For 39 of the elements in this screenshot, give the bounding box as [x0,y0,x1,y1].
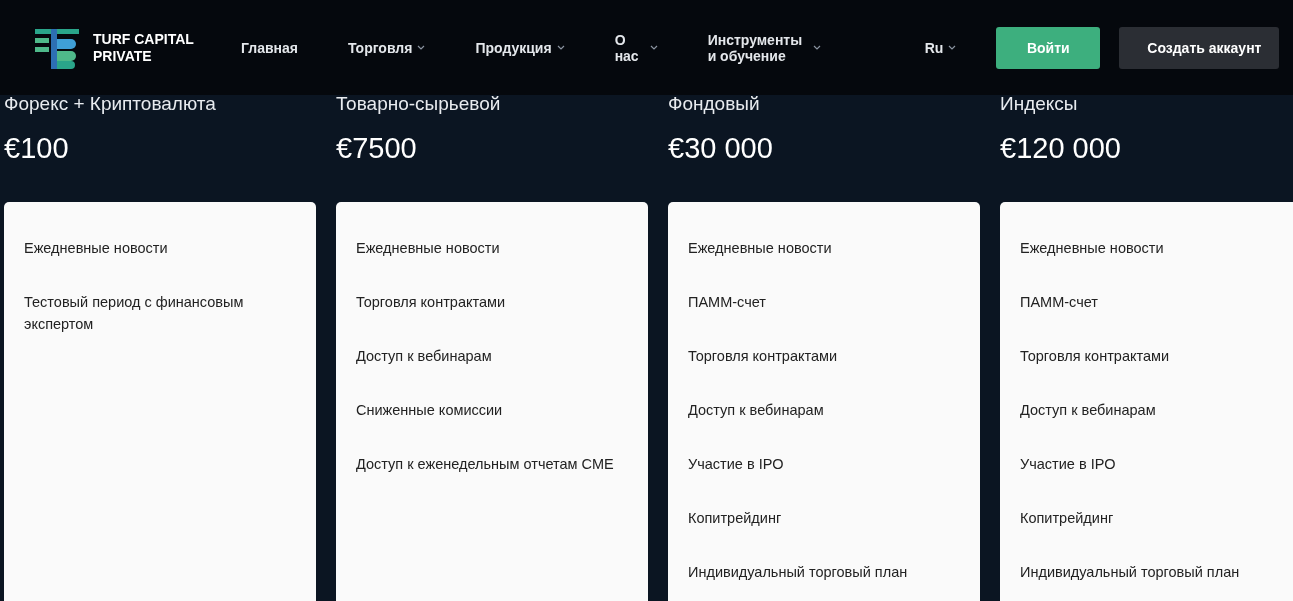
logo-text: PRIVATE [93,47,153,65]
nav-link[interactable]: Главная [241,39,298,56]
feature-text: Ежедневные новости [1020,239,1165,258]
feature-text: ПАММ-счет [688,293,767,312]
plan-title: Фондовый [668,95,761,116]
plan-title: Товарно-сырьевой [336,95,502,116]
feature-text: Торговля контрактами [688,347,839,366]
nav-link[interactable]: Продукция [475,39,565,56]
feature-text: Ежедневные новости [24,239,169,258]
feature-text: Торговля контрактами [356,293,507,312]
feature-text: Торговля контрактами [1020,347,1171,366]
feature-text: Сниженные комиссии [356,401,504,420]
language-selector[interactable]: Ru [924,39,957,56]
feature-text: Тестовый период с финансовым экспертом [24,293,245,334]
signup-button[interactable]: Создать аккаунт [1119,26,1280,69]
plan-price: €30 000 [668,132,774,166]
feature-text: Участие в IPO [1020,455,1117,474]
feature-text: Ежедневные новости [688,239,833,258]
plan-title: Форекс + Криптовалюта [4,95,217,116]
logo-text: TURF CAPITAL [93,30,194,48]
feature-text: Доступ к еженедельным отчетам CME [356,455,615,474]
nav-link[interactable]: Инструменты и обучение [707,31,821,64]
nav-link[interactable]: О нас [614,31,658,64]
nav-link[interactable]: Торговля [347,39,426,56]
feature-text: Индивидуальный торговый план [1020,563,1241,582]
feature-text: Участие в IPO [688,455,785,474]
feature-text: ПАММ-счет [1020,293,1099,312]
feature-text: Копитрейдинг [688,509,783,528]
plan-price: €120 000 [1000,132,1122,166]
logo-icon[interactable] [35,26,81,69]
plan-title: Индексы [1000,95,1079,116]
feature-text: Доступ к вебинарам [688,401,825,420]
feature-text: Индивидуальный торговый план [688,563,909,582]
feature-text: Доступ к вебинарам [356,347,493,366]
plan-price: €7500 [336,132,418,166]
feature-text: Доступ к вебинарам [1020,401,1157,420]
plan-price: €100 [4,132,70,166]
feature-text: Ежедневные новости [356,239,501,258]
feature-text: Копитрейдинг [1020,509,1115,528]
